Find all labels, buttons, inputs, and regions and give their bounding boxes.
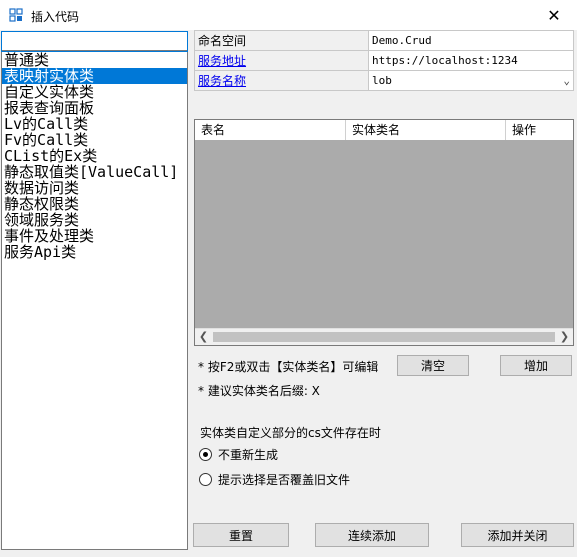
options-heading: 实体类自定义部分的cs文件存在时 xyxy=(200,426,381,440)
list-item[interactable]: CList的Ex类 xyxy=(2,148,187,164)
list-item[interactable]: 静态权限类 xyxy=(2,196,187,212)
title-bar: 插入代码 ✕ xyxy=(0,0,577,30)
suffix-hint: * 建议实体类名后缀: X xyxy=(198,384,320,398)
radio-prompt-overwrite[interactable] xyxy=(199,473,212,486)
option-prompt-overwrite-label: 提示选择是否覆盖旧文件 xyxy=(218,473,351,487)
list-item[interactable]: 表映射实体类 xyxy=(2,68,187,84)
service-name-select[interactable]: lob ⌄ xyxy=(368,70,574,91)
search-input[interactable] xyxy=(1,31,188,52)
list-item[interactable]: 服务Api类 xyxy=(2,244,187,260)
reset-button[interactable]: 重置 xyxy=(193,523,289,547)
close-button[interactable]: ✕ xyxy=(531,0,577,30)
list-item[interactable]: Lv的Call类 xyxy=(2,116,187,132)
horizontal-scrollbar[interactable]: ❮ ❯ xyxy=(195,328,573,345)
table-header: 表名 实体类名 操作 xyxy=(195,120,573,140)
clear-button[interactable]: 清空 xyxy=(397,355,469,376)
list-item[interactable]: 数据访问类 xyxy=(2,180,187,196)
property-grid: 命名空间 Demo.Crud 服务地址 https://localhost:12… xyxy=(194,30,574,91)
list-item[interactable]: 静态取值类[ValueCall] xyxy=(2,164,187,180)
edit-hint: * 按F2或双击【实体类名】可编辑 xyxy=(198,360,379,374)
namespace-label: 命名空间 xyxy=(194,30,369,51)
add-button[interactable]: 增加 xyxy=(500,355,572,376)
service-url-link[interactable]: 服务地址 xyxy=(198,54,246,68)
add-and-close-button[interactable]: 添加并关闭 xyxy=(461,523,574,547)
chevron-down-icon: ⌄ xyxy=(563,74,570,87)
scroll-right-icon[interactable]: ❯ xyxy=(556,329,573,345)
app-icon xyxy=(9,8,23,22)
option-prompt-overwrite[interactable]: 提示选择是否覆盖旧文件 xyxy=(199,471,350,488)
list-item[interactable]: Fv的Call类 xyxy=(2,132,187,148)
list-item[interactable]: 报表查询面板 xyxy=(2,100,187,116)
column-header-entity-name[interactable]: 实体类名 xyxy=(346,120,506,140)
list-item[interactable]: 事件及处理类 xyxy=(2,228,187,244)
scroll-thumb[interactable] xyxy=(213,332,555,342)
list-item[interactable]: 自定义实体类 xyxy=(2,84,187,100)
radio-no-regenerate[interactable] xyxy=(199,448,212,461)
column-header-action[interactable]: 操作 xyxy=(506,120,573,140)
namespace-field[interactable]: Demo.Crud xyxy=(368,30,574,51)
list-item[interactable]: 普通类 xyxy=(2,52,187,68)
list-item[interactable]: 领域服务类 xyxy=(2,212,187,228)
service-url-field[interactable]: https://localhost:1234 xyxy=(368,50,574,71)
category-list[interactable]: 普通类 表映射实体类 自定义实体类 报表查询面板 Lv的Call类 Fv的Call类 CLi… xyxy=(2,52,187,260)
window-title: 插入代码 xyxy=(31,10,80,24)
option-no-regenerate-label: 不重新生成 xyxy=(218,448,279,462)
scroll-left-icon[interactable]: ❮ xyxy=(195,329,212,345)
column-header-table-name[interactable]: 表名 xyxy=(195,120,346,140)
service-name-value: lob xyxy=(372,74,392,87)
close-icon: ✕ xyxy=(547,5,561,25)
entity-table[interactable]: 表名 实体类名 操作 ❮ ❯ xyxy=(194,119,574,346)
continuous-add-button[interactable]: 连续添加 xyxy=(315,523,429,547)
service-name-link[interactable]: 服务名称 xyxy=(198,74,246,88)
category-panel: 普通类 表映射实体类 自定义实体类 报表查询面板 Lv的Call类 Fv的Call类 CLi… xyxy=(1,31,188,550)
option-no-regenerate[interactable]: 不重新生成 xyxy=(199,446,278,463)
